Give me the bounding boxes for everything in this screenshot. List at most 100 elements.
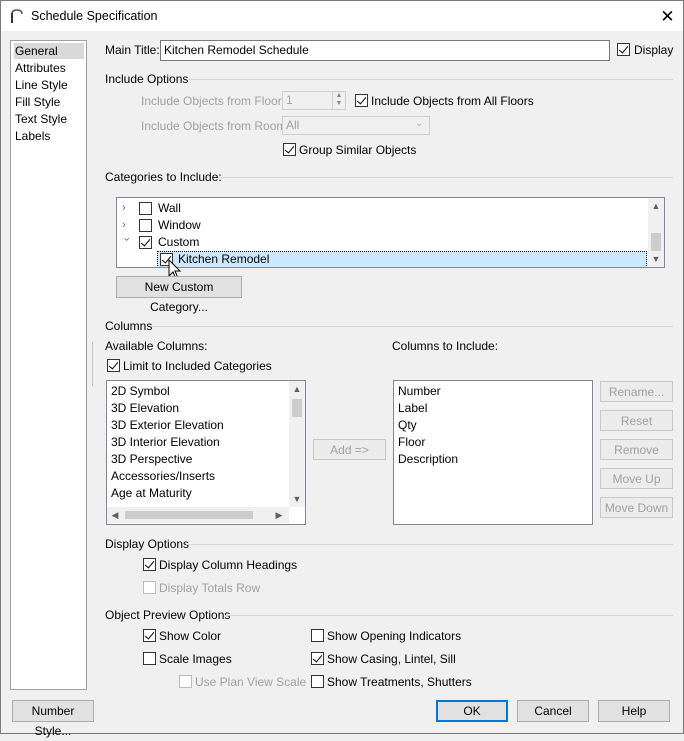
scroll-right-icon[interactable]: ▶	[271, 507, 287, 523]
scale-images-label: Scale Images	[159, 652, 232, 666]
sidebar-item-fill-style[interactable]: Fill Style	[14, 94, 60, 110]
sidebar-item-line-style[interactable]: Line Style	[14, 77, 68, 93]
window-title: Schedule Specification	[31, 9, 158, 23]
help-button[interactable]: Help	[598, 700, 670, 722]
plan-view-scale-label: Use Plan View Scale	[195, 675, 307, 689]
scroll-thumb[interactable]	[651, 233, 661, 251]
show-color-label: Show Color	[159, 629, 222, 643]
dialog-window	[0, 0, 684, 734]
list-item[interactable]: Number	[398, 383, 441, 400]
floor-label: Include Objects from Floor:	[141, 94, 286, 108]
list-item[interactable]: 3D Interior Elevation	[111, 434, 220, 451]
remove-button[interactable]: Remove	[600, 439, 673, 460]
list-item[interactable]: Description	[398, 451, 458, 468]
column-headings-checkbox[interactable]	[143, 558, 156, 571]
tree-item-window[interactable]: › Window	[117, 217, 647, 234]
spin-up-icon[interactable]: ▲	[333, 92, 345, 100]
sidebar-item-labels[interactable]: Labels	[14, 128, 50, 144]
custom-checkbox[interactable]	[139, 236, 152, 249]
spin-down-icon[interactable]: ▼	[333, 100, 345, 108]
tree-item-custom[interactable]: › Custom	[117, 234, 647, 251]
window-checkbox[interactable]	[139, 219, 152, 232]
scale-images-checkbox[interactable]	[143, 652, 156, 665]
cancel-button[interactable]: Cancel	[517, 700, 589, 722]
main-title-label: Main Title:	[105, 43, 160, 57]
new-custom-category-button[interactable]: New Custom Category...	[116, 276, 242, 314]
reset-button[interactable]: Reset	[600, 410, 673, 431]
list-item[interactable]: Accessories/Inserts	[111, 468, 215, 485]
display-title-checkbox[interactable]	[617, 43, 630, 56]
ok-button[interactable]: OK	[436, 700, 508, 722]
limit-categories-checkbox[interactable]	[107, 359, 120, 372]
list-item[interactable]: Qty	[398, 417, 417, 434]
totals-row-label: Display Totals Row	[159, 581, 261, 595]
opening-indicators-checkbox[interactable]	[311, 629, 324, 642]
group-similar-checkbox[interactable]	[283, 143, 296, 156]
category-scrollbar[interactable]: ▲ ▼	[648, 198, 664, 267]
group-divider	[186, 544, 673, 545]
categories-header: Categories to Include:	[105, 170, 222, 184]
scroll-thumb[interactable]	[125, 511, 253, 519]
scroll-up-icon[interactable]: ▲	[648, 198, 664, 214]
available-vscroll[interactable]: ▲ ▼	[289, 381, 305, 507]
tree-item-wall[interactable]: › Wall	[117, 200, 647, 217]
number-style-button[interactable]: Number Style...	[12, 700, 94, 738]
display-options-header: Display Options	[105, 537, 190, 551]
main-title-input[interactable]: Kitchen Remodel Schedule	[160, 40, 610, 61]
columns-include-label: Columns to Include:	[392, 339, 499, 353]
plan-view-scale-checkbox[interactable]	[179, 675, 192, 688]
show-color-checkbox[interactable]	[143, 629, 156, 642]
category-tree[interactable]: › Wall › Window › Custom Kitchen Remodel…	[116, 197, 665, 268]
list-item[interactable]: Label	[398, 400, 427, 417]
splitter-handle[interactable]	[92, 342, 93, 386]
list-item[interactable]: 2D Symbol	[111, 383, 170, 400]
available-hscroll[interactable]: ◀ ▶	[107, 507, 289, 523]
sidebar-item-text-style[interactable]: Text Style	[14, 111, 67, 127]
tree-item-label: Wall	[158, 201, 181, 215]
rename-button[interactable]: Rename...	[600, 381, 673, 402]
room-select[interactable]: All	[282, 116, 430, 135]
tree-item-label: Custom	[158, 235, 200, 249]
totals-row-checkbox[interactable]	[143, 581, 156, 594]
scroll-up-icon[interactable]: ▲	[289, 381, 305, 397]
sidebar-item-general[interactable]: General	[14, 43, 84, 59]
floor-spinner[interactable]: ▲ ▼	[332, 92, 345, 109]
group-divider	[188, 79, 673, 80]
all-floors-checkbox[interactable]	[355, 94, 368, 107]
included-columns-list[interactable]: Number Label Qty Floor Description	[393, 380, 593, 525]
tree-item-kitchen-remodel[interactable]: Kitchen Remodel	[157, 251, 647, 267]
wall-checkbox[interactable]	[139, 202, 152, 215]
tree-item-label: Kitchen Remodel	[178, 252, 270, 266]
list-item[interactable]: 3D Elevation	[111, 400, 179, 417]
add-column-button[interactable]: Add =>	[313, 439, 386, 460]
scroll-down-icon[interactable]: ▼	[648, 251, 664, 267]
sidebar-item-attributes[interactable]: Attributes	[14, 60, 66, 76]
room-label: Include Objects from Room:	[141, 119, 290, 133]
chevron-down-icon: ⌄	[415, 118, 424, 129]
casing-lintel-checkbox[interactable]	[311, 652, 324, 665]
list-item[interactable]: Floor	[398, 434, 425, 451]
chevron-right-icon[interactable]: ›	[122, 200, 132, 217]
chevron-right-icon[interactable]: ›	[122, 217, 132, 234]
scroll-left-icon[interactable]: ◀	[107, 507, 123, 523]
scroll-down-icon[interactable]: ▼	[289, 491, 305, 507]
casing-lintel-label: Show Casing, Lintel, Sill	[327, 652, 456, 666]
list-item[interactable]: Age at Maturity	[111, 485, 192, 502]
list-item[interactable]: 3D Exterior Elevation	[111, 417, 224, 434]
available-columns-list[interactable]: 2D Symbol 3D Elevation 3D Exterior Eleva…	[106, 380, 306, 525]
available-columns-label: Available Columns:	[105, 339, 208, 353]
move-up-button[interactable]: Move Up	[600, 468, 673, 489]
move-down-button[interactable]: Move Down	[600, 497, 673, 518]
treatments-checkbox[interactable]	[311, 675, 324, 688]
group-divider	[151, 326, 673, 327]
limit-categories-label: Limit to Included Categories	[123, 359, 272, 373]
arch-icon	[9, 8, 25, 24]
group-divider	[225, 615, 673, 616]
include-options-header: Include Options	[105, 72, 189, 86]
list-item[interactable]: 3D Perspective	[111, 451, 192, 468]
scroll-thumb[interactable]	[292, 399, 302, 417]
chevron-down-icon[interactable]: ›	[118, 238, 135, 248]
preview-options-header: Object Preview Options	[105, 608, 231, 622]
column-headings-label: Display Column Headings	[159, 558, 298, 572]
close-icon[interactable]: ✕	[651, 2, 684, 31]
